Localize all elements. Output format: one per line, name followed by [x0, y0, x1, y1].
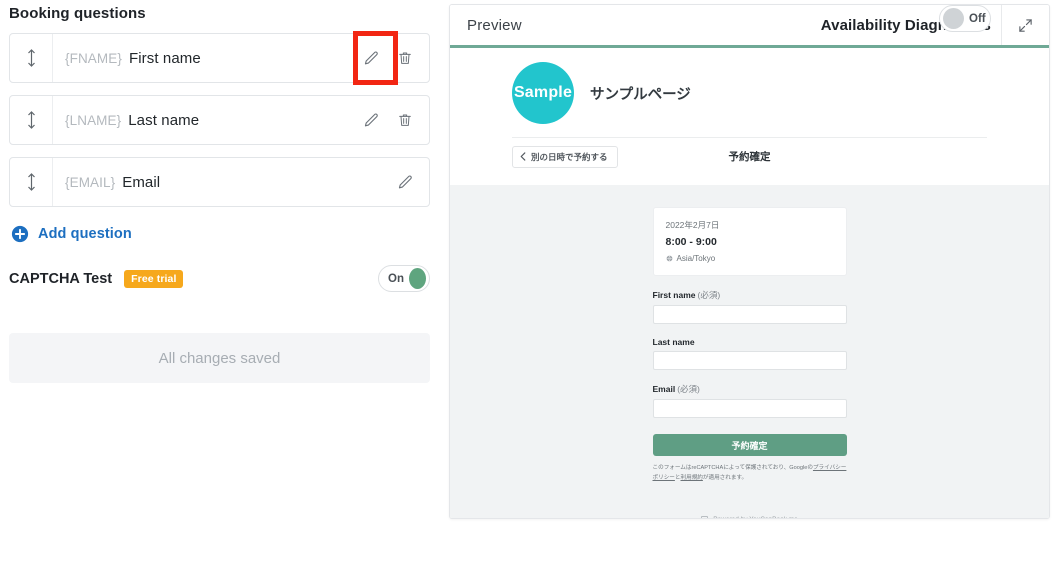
booking-nav-row: 別の日時で予約する 予約確定 [512, 137, 987, 175]
form-field-label: First name (必須) [653, 289, 847, 301]
youcanbookme-logo-icon [701, 515, 709, 518]
pencil-icon [364, 112, 378, 126]
question-label: {EMAIL} Email [53, 174, 395, 191]
preview-title: Preview [467, 16, 522, 34]
last-name-input[interactable] [652, 351, 847, 370]
question-actions [361, 110, 429, 130]
first-name-input[interactable] [652, 305, 847, 324]
confirm-booking-label: 予約確定 [731, 440, 768, 451]
question-token: {EMAIL} [65, 174, 116, 190]
captcha-toggle-label: On [388, 272, 404, 285]
booking-form-area: 2022年2月7日 8:00 - 9:00 Asia/Tokyo First n… [450, 185, 1049, 518]
powered-by-footer: Powered by YouCanBook.me [653, 515, 847, 518]
drag-vertical-icon [27, 111, 35, 129]
trash-icon [399, 114, 411, 126]
add-question-button[interactable]: Add question [11, 225, 132, 243]
availability-diagnostics-toggle[interactable]: Off [939, 5, 991, 32]
question-text: Email [122, 173, 161, 191]
form-field-label: Email (必須) [653, 383, 847, 395]
question-text: Last name [128, 111, 200, 129]
drag-vertical-icon [27, 173, 35, 191]
drag-handle[interactable] [10, 34, 53, 82]
chevron-left-icon [520, 152, 526, 161]
form-field-label-text: Last name [652, 337, 695, 347]
slot-timezone-label: Asia/Tokyo [676, 254, 716, 263]
form-field-label-text: First name [652, 290, 696, 300]
preview-body: Sample サンプルページ 別の日時で予約する 予約確定 2022年2月7日 [450, 48, 1049, 518]
slot-date: 2022年2月7日 [665, 220, 720, 230]
form-field-last-name: Last name [652, 337, 847, 370]
slot-time: 8:00 - 9:00 [665, 236, 717, 248]
globe-icon [666, 255, 672, 262]
slot-timezone: Asia/Tokyo [666, 254, 834, 263]
edit-question-button[interactable] [361, 110, 381, 130]
question-actions [361, 48, 429, 68]
drag-handle[interactable] [10, 158, 53, 206]
form-field-first-name: First name (必須) [652, 289, 847, 324]
recaptcha-text-part1: このフォームはreCAPTCHAによって保護されており、Googleの [652, 465, 813, 471]
availability-diagnostics-state: Off [969, 12, 986, 25]
question-row-lname[interactable]: {LNAME} Last name [9, 95, 430, 145]
page-title: Booking questions [9, 5, 146, 22]
question-label: {LNAME} Last name [53, 112, 361, 129]
plus-circle-icon [11, 225, 29, 243]
toggle-knob [943, 8, 964, 29]
brand-row: Sample サンプルページ [450, 48, 1049, 124]
preview-header: Preview Availability Diagnostics Off [450, 5, 1049, 45]
email-input[interactable] [652, 399, 847, 418]
edit-question-button[interactable] [395, 172, 415, 192]
question-row-fname[interactable]: {FNAME} First name [9, 33, 430, 83]
question-row-email[interactable]: {EMAIL} Email [9, 157, 430, 207]
form-field-label: Last name [653, 337, 847, 347]
captcha-title: CAPTCHA Test [9, 271, 113, 287]
brand-page-name: サンプルページ [590, 86, 691, 103]
brand-logo: Sample [512, 62, 574, 124]
pencil-icon [364, 50, 378, 64]
terms-of-service-link[interactable]: 利用規約 [681, 475, 703, 481]
trash-icon [399, 52, 411, 64]
question-token: {LNAME} [65, 112, 122, 128]
powered-by-label: Powered by YouCanBook.me [713, 516, 798, 518]
question-text: First name [128, 49, 201, 67]
expand-diagonal-icon [1019, 18, 1032, 32]
form-field-label-text: Email [652, 384, 676, 394]
back-to-dates-label: 別の日時で予約する [531, 151, 608, 162]
edit-question-button[interactable] [361, 48, 381, 68]
delete-question-button[interactable] [395, 110, 415, 130]
back-to-dates-button[interactable]: 別の日時で予約する [512, 145, 618, 168]
question-label: {FNAME} First name [53, 50, 361, 67]
toggle-knob [408, 268, 426, 289]
recaptcha-text-part3: が適用されます。 [702, 474, 748, 481]
form-field-email: Email (必須) [652, 383, 847, 418]
form-field-required-note: (必須) [697, 290, 721, 300]
delete-question-button[interactable] [395, 48, 415, 68]
free-trial-badge: Free trial [124, 270, 184, 288]
captcha-test-row: CAPTCHA Test Free trial On [9, 265, 430, 293]
save-status-bar: All changes saved [9, 333, 430, 383]
booking-questions-panel: Booking questions {FNAME} First name {LN… [0, 0, 440, 572]
expand-preview-button[interactable] [1001, 5, 1049, 45]
brand-logo-text: Sample [513, 84, 573, 101]
booking-form: 2022年2月7日 8:00 - 9:00 Asia/Tokyo First n… [652, 207, 847, 518]
app-screen: Booking questions {FNAME} First name {LN… [0, 0, 1056, 572]
recaptcha-notice: このフォームはreCAPTCHAによって保護されており、Googleのプライバシ… [653, 464, 847, 484]
add-question-label: Add question [38, 226, 132, 242]
captcha-toggle[interactable]: On [378, 265, 430, 292]
question-actions [395, 172, 429, 192]
save-status-text: All changes saved [158, 349, 281, 367]
drag-vertical-icon [27, 49, 35, 67]
pencil-icon [398, 174, 412, 188]
selected-slot-card: 2022年2月7日 8:00 - 9:00 Asia/Tokyo [652, 207, 847, 276]
drag-handle[interactable] [10, 96, 53, 144]
availability-diagnostics-control: Availability Diagnostics Off [821, 5, 991, 45]
preview-panel: Preview Availability Diagnostics Off Sam… [449, 4, 1050, 519]
question-token: {FNAME} [65, 50, 122, 66]
form-field-required-note: (必須) [677, 384, 700, 394]
confirm-booking-button[interactable]: 予約確定 [652, 434, 847, 456]
